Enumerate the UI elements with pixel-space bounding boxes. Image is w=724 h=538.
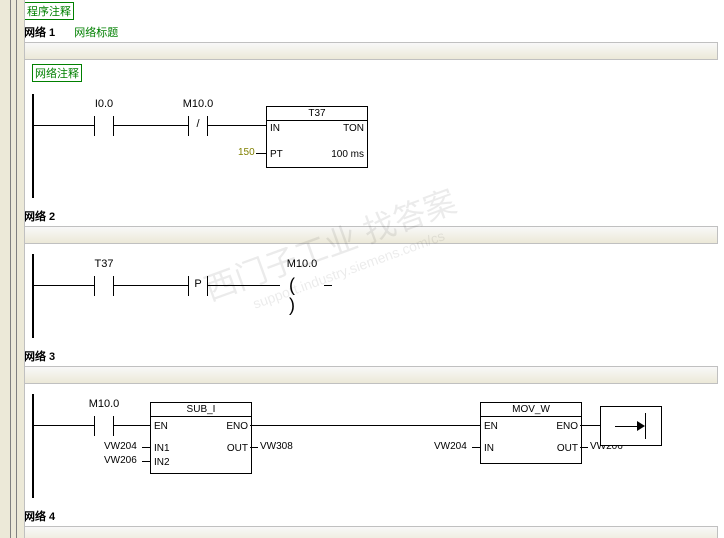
network-header-1[interactable]: 网络 1 网络标题 [24,24,718,40]
content: 程序注释 网络 1 网络标题 网络注释 I0.0 M10.0 / T37 [24,0,724,538]
network-subtitle: 网络标题 [74,27,118,39]
contact-pos-edge[interactable]: P [174,274,222,298]
power-rail [32,94,34,198]
pt-value: 150 [238,147,255,158]
network-header-3[interactable]: 网络 3 [24,348,718,364]
contact-t37[interactable]: T37 [80,274,128,298]
contact-m100[interactable]: M10.0 [80,414,128,438]
network-label: 网络 1 [24,27,55,39]
rung-3[interactable]: M10.0 SUB_I EN ENO IN1 OUT IN2 VW204 VW2… [32,386,718,506]
rung-2[interactable]: T37 P M10.0 ( ) [32,246,718,346]
mov-in-val: VW204 [434,441,467,452]
sub-i-box[interactable]: SUB_I EN ENO IN1 OUT IN2 [150,402,252,474]
coil-m100[interactable]: M10.0 ( ) [272,274,332,298]
network-bar [24,226,718,244]
sub-in2-val: VW206 [104,455,137,466]
network-bar [24,366,718,384]
network-header-4[interactable]: 网络 4 [24,508,718,524]
arrow-terminator-icon[interactable] [600,406,662,446]
network-bar [24,42,718,60]
contact-m100-nc[interactable]: M10.0 / [174,114,222,138]
network-header-2[interactable]: 网络 2 [24,208,718,224]
timer-t37[interactable]: T37 IN TON PT 100 ms [266,106,368,168]
contact-i00[interactable]: I0.0 [80,114,128,138]
gutter [0,0,25,538]
plc-editor[interactable]: 西门子工业 找答案 support.industry.siemens.com/c… [0,0,724,538]
sub-in1-val: VW204 [104,441,137,452]
network-comment[interactable]: 网络注释 [32,64,82,82]
network-bar [24,526,718,538]
mov-w-box[interactable]: MOV_W EN ENO IN OUT [480,402,582,464]
sub-out-val: VW308 [260,441,293,452]
program-comment[interactable]: 程序注释 [24,2,74,20]
rung-1[interactable]: I0.0 M10.0 / T37 IN TON PT 100 ms 150 [32,86,718,206]
